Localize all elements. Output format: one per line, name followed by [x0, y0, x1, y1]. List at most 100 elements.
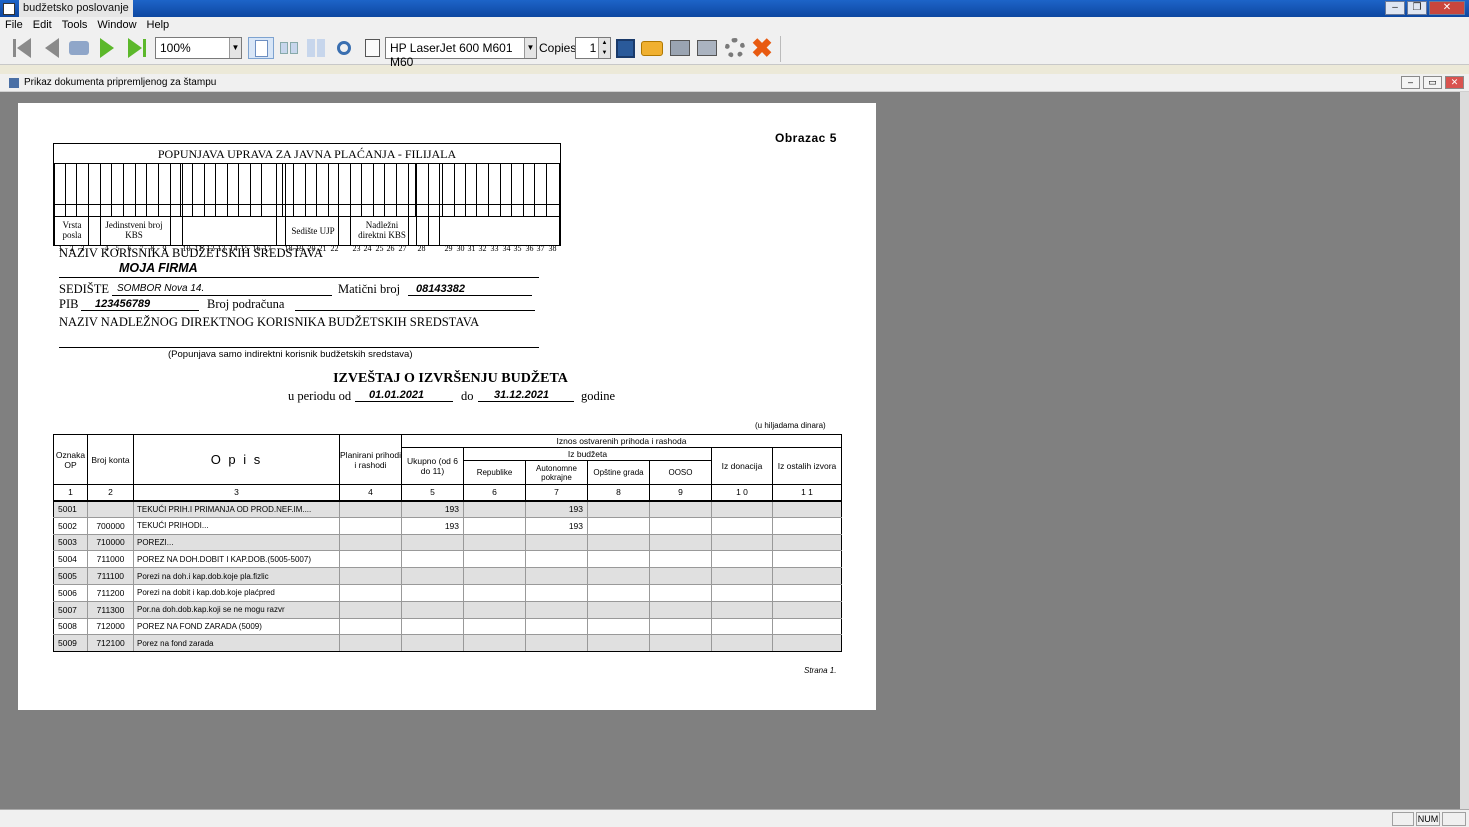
- zoom-select[interactable]: 100% ▼: [155, 37, 242, 59]
- save-button[interactable]: [613, 37, 637, 59]
- box-divider: [534, 164, 535, 217]
- first-page-icon: [17, 38, 31, 58]
- print-setup-button[interactable]: [668, 37, 692, 59]
- two-pages-button[interactable]: [277, 37, 301, 59]
- vertical-scrollbar[interactable]: [1460, 92, 1469, 809]
- preview-area[interactable]: Obrazac 5 POPUNJAVA UPRAVA ZA JAVNA PLAĆ…: [0, 92, 1469, 809]
- minimize-button[interactable]: –: [1385, 1, 1405, 15]
- row-autonomne: [525, 533, 588, 552]
- row-oznaka: 5003: [53, 533, 88, 552]
- app-icon: [3, 2, 15, 15]
- row-konto: 711000: [87, 550, 134, 569]
- close-preview-button[interactable]: ✖: [750, 33, 774, 63]
- row-oznaka: 5007: [53, 600, 88, 619]
- single-page-icon: [254, 39, 268, 57]
- row-opis: Porezi na dobit i kap.dob.koje plaćpred: [133, 583, 340, 602]
- restore-button[interactable]: ❐: [1407, 1, 1427, 15]
- box-group-divider: [559, 164, 560, 245]
- printer-select[interactable]: HP LaserJet 600 M601 M60 ▼: [385, 37, 537, 69]
- previous-page-button[interactable]: [40, 37, 64, 59]
- row-planirani: [339, 500, 402, 518]
- nadlezni-kbs-label: Nadležni direktni KBS: [358, 220, 406, 240]
- row-opis: TEKUĆI PRIHODI...: [133, 516, 340, 535]
- print-button[interactable]: [695, 37, 719, 59]
- email-button[interactable]: [640, 37, 664, 59]
- menu-edit[interactable]: Edit: [28, 19, 57, 31]
- go-to-page-button[interactable]: [67, 37, 91, 59]
- table-row: 5005 711100 Porezi na doh.i kap.dob.koje p…: [53, 567, 842, 585]
- row-konto: [87, 500, 134, 518]
- single-page-button[interactable]: [248, 37, 274, 59]
- last-page-button[interactable]: [123, 37, 151, 59]
- row-donacija: [711, 550, 773, 569]
- copies-stepper[interactable]: 1 ▲ ▼: [575, 37, 611, 59]
- row-planirani: [339, 516, 402, 535]
- first-page-button[interactable]: [8, 37, 36, 59]
- box-digit: 36: [525, 244, 534, 253]
- settings-button[interactable]: [723, 37, 747, 59]
- table-row: 5004 711000 POREZ NA DOH.DOBIT I KAP.DOB.(…: [53, 550, 842, 569]
- document-page: Obrazac 5 POPUNJAVA UPRAVA ZA JAVNA PLAĆ…: [18, 103, 876, 710]
- row-republike: [463, 500, 526, 518]
- nadlezni-note: (Popunjava samo indirektni korisnik budž…: [168, 349, 413, 360]
- box-divider: [146, 164, 147, 217]
- sub-close-button[interactable]: ✕: [1445, 76, 1464, 89]
- row-oznaka: 5009: [53, 634, 88, 653]
- table-row: 5008 712000 POREZ NA FOND ZARADA (5009): [53, 617, 842, 636]
- row-republike: [463, 533, 526, 552]
- menu-bar: File Edit Tools Window Help: [0, 17, 1469, 32]
- box-divider: [76, 164, 77, 217]
- row-donacija: [711, 533, 773, 552]
- page-setup-button[interactable]: [360, 37, 384, 59]
- row-ukupno: 193: [401, 500, 464, 518]
- menu-file[interactable]: File: [0, 19, 28, 31]
- header-republike: Republike: [463, 460, 526, 485]
- row-opstine: [587, 533, 650, 552]
- document-icon: [9, 77, 19, 88]
- sub-restore-button[interactable]: ▭: [1423, 76, 1442, 89]
- row-konto: 712100: [87, 634, 134, 653]
- last-page-icon: [128, 38, 142, 58]
- maticni-label: Matični broj: [338, 282, 401, 296]
- row-konto: 700000: [87, 516, 134, 535]
- multi-pages-button[interactable]: [304, 37, 328, 59]
- row-donacija: [711, 600, 773, 619]
- box-divider: [238, 164, 239, 217]
- row-republike: [463, 550, 526, 569]
- sub-minimize-button[interactable]: –: [1401, 76, 1420, 89]
- box-divider: [511, 164, 512, 217]
- menu-help[interactable]: Help: [142, 19, 175, 31]
- chevron-down-icon: ▼: [524, 38, 536, 58]
- row-konto: 712000: [87, 617, 134, 636]
- table-row: 5001 TEKUĆI PRIH.I PRIMANJA OD PROD.NEF.I…: [53, 500, 842, 518]
- menu-tools[interactable]: Tools: [57, 19, 93, 31]
- row-opstine: [587, 516, 650, 535]
- row-konto: 711300: [87, 600, 134, 619]
- row-konto: 711100: [87, 567, 134, 585]
- box-divider: [305, 164, 306, 217]
- table-row: 5002 700000 TEKUĆI PRIHODI... 193 193: [53, 516, 842, 535]
- close-button[interactable]: ✕: [1429, 1, 1465, 15]
- zoom-button[interactable]: [332, 37, 356, 59]
- box-digit: 26: [386, 244, 395, 253]
- pib-value: 123456789: [95, 298, 151, 310]
- row-planirani: [339, 600, 402, 619]
- column-number: 2: [87, 484, 134, 502]
- header-ooso: OOSO: [649, 460, 712, 485]
- header-opis: O p i s: [133, 434, 340, 485]
- row-ukupno: [401, 567, 464, 585]
- box-divider: [180, 164, 181, 217]
- row-ooso: [649, 634, 712, 653]
- period-label: u periodu od: [288, 389, 352, 403]
- box-group-divider: [170, 164, 171, 245]
- budget-table: Oznaka OP Broj konta O p i s Planirani p…: [53, 434, 842, 653]
- printer-help-icon: [670, 40, 690, 56]
- table-row: 5006 711200 Porezi na dobit i kap.dob.koje…: [53, 583, 842, 602]
- menu-window[interactable]: Window: [92, 19, 141, 31]
- next-page-button[interactable]: [95, 37, 119, 59]
- row-planirani: [339, 617, 402, 636]
- row-opis: Porezi na doh.i kap.dob.koje pla.fizlic: [133, 567, 340, 585]
- row-opstine: [587, 617, 650, 636]
- column-number: 6: [463, 484, 526, 502]
- row-autonomne: [525, 567, 588, 585]
